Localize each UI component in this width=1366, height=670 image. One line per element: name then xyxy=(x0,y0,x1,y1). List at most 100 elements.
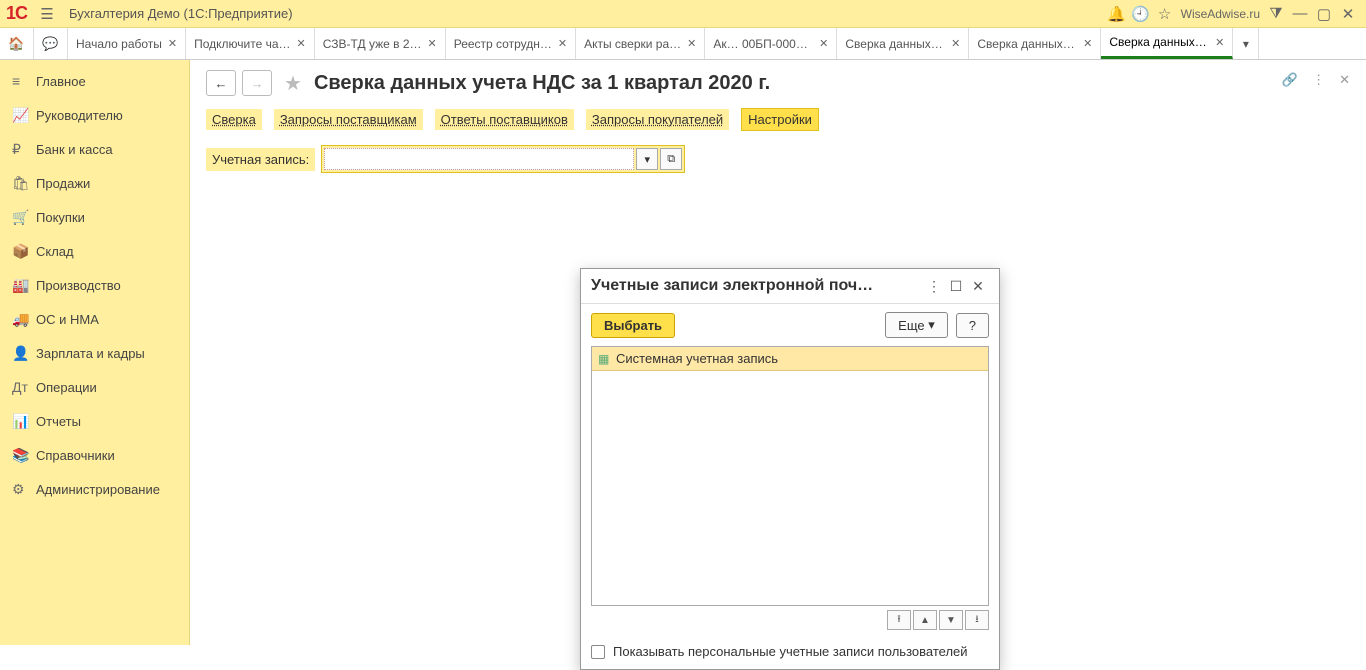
sidebar-item-label: Покупки xyxy=(36,210,85,225)
tab-close-icon[interactable]: ✕ xyxy=(558,37,567,50)
bell-icon[interactable]: 🔔 xyxy=(1105,5,1129,23)
more-button[interactable]: Еще ▾ xyxy=(885,312,948,338)
tab-close-icon[interactable]: ✕ xyxy=(819,37,828,50)
tab-close-icon[interactable]: ✕ xyxy=(1083,37,1092,50)
tab-1[interactable]: Подключите ча…✕ xyxy=(186,28,315,59)
sidebar-item-ops[interactable]: ДтОперации xyxy=(0,370,189,404)
sidebar-item-label: Отчеты xyxy=(36,414,81,429)
sidebar: ≡Главное 📈Руководителю ₽Банк и касса 🛍Пр… xyxy=(0,60,190,645)
subtab-zap-pok[interactable]: Запросы покупателей xyxy=(586,109,729,130)
box-icon: 📦 xyxy=(12,243,36,260)
list-nav-up[interactable]: ▲ xyxy=(913,610,937,630)
account-label: Учетная запись: xyxy=(206,148,315,171)
select-button[interactable]: Выбрать xyxy=(591,313,675,338)
content: ← → ★ Сверка данных учета НДС за 1 кварт… xyxy=(190,60,1366,645)
books-icon: 📚 xyxy=(12,447,36,464)
filter-icon[interactable]: ⧩ xyxy=(1264,5,1288,22)
tab-close-icon[interactable]: ✕ xyxy=(1215,36,1224,49)
list-nav-down[interactable]: ▼ xyxy=(939,610,963,630)
sidebar-item-reports[interactable]: 📊Отчеты xyxy=(0,404,189,438)
app-logo: 1C xyxy=(6,3,27,24)
tab-3[interactable]: Реестр сотрудн…✕ xyxy=(446,28,576,59)
factory-icon: 🏭 xyxy=(12,277,36,294)
main-menu-icon[interactable]: ☰ xyxy=(35,5,59,23)
menu-icon: ≡ xyxy=(12,73,36,89)
sidebar-item-label: Руководителю xyxy=(36,108,123,123)
tab-4[interactable]: Акты сверки ра…✕ xyxy=(576,28,705,59)
dialog-list[interactable]: ▦ Системная учетная запись xyxy=(591,346,989,606)
tab-6[interactable]: Сверка данных …✕ xyxy=(837,28,969,59)
tab-close-icon[interactable]: ✕ xyxy=(951,37,960,50)
list-nav-first[interactable]: ⭱ xyxy=(887,610,911,630)
sidebar-item-label: Банк и касса xyxy=(36,142,113,157)
dialog-title: Учетные записи электронной поч… xyxy=(591,277,923,295)
dialog-kebab-icon[interactable]: ⋮ xyxy=(923,278,945,295)
close-page-icon[interactable]: ✕ xyxy=(1339,72,1350,88)
sidebar-item-os[interactable]: 🚚ОС и НМА xyxy=(0,302,189,336)
dialog-close-icon[interactable]: ✕ xyxy=(967,278,989,295)
subtab-sverka[interactable]: Сверка xyxy=(206,109,262,130)
nav-forward-button[interactable]: → xyxy=(242,70,272,96)
tab-2[interactable]: СЗВ-ТД уже в 2…✕ xyxy=(315,28,446,59)
sidebar-item-ref[interactable]: 📚Справочники xyxy=(0,438,189,472)
nav-back-button[interactable]: ← xyxy=(206,70,236,96)
sidebar-item-label: Операции xyxy=(36,380,97,395)
tab-5[interactable]: Ак… 00БП-000001✕ xyxy=(705,28,837,59)
dt-icon: Дт xyxy=(12,379,36,395)
sidebar-item-bank[interactable]: ₽Банк и касса xyxy=(0,132,189,166)
person-icon: 👤 xyxy=(12,345,36,362)
mail-account-icon: ▦ xyxy=(598,352,616,366)
sidebar-item-label: Склад xyxy=(36,244,74,259)
subtabs: Сверка Запросы поставщикам Ответы постав… xyxy=(206,108,1350,131)
sidebar-item-stock[interactable]: 📦Склад xyxy=(0,234,189,268)
sidebar-item-label: Продажи xyxy=(36,176,90,191)
app-title: Бухгалтерия Демо (1С:Предприятие) xyxy=(69,6,293,21)
help-button[interactable]: ? xyxy=(956,313,989,338)
minimize-icon[interactable]: — xyxy=(1288,5,1312,22)
dialog-maximize-icon[interactable]: ☐ xyxy=(945,278,967,295)
tab-7[interactable]: Сверка данных …✕ xyxy=(969,28,1101,59)
history-icon[interactable]: 🕘 xyxy=(1129,5,1153,23)
sidebar-item-label: Зарплата и кадры xyxy=(36,346,145,361)
tab-0[interactable]: Начало работы✕ xyxy=(68,28,186,59)
bag-icon: 🛍 xyxy=(12,175,36,192)
list-item[interactable]: ▦ Системная учетная запись xyxy=(592,347,988,371)
sidebar-item-label: Справочники xyxy=(36,448,115,463)
sidebar-item-salary[interactable]: 👤Зарплата и кадры xyxy=(0,336,189,370)
subtab-settings[interactable]: Настройки xyxy=(741,108,819,131)
cart-icon: 🛒 xyxy=(12,209,36,226)
tab-close-icon[interactable]: ✕ xyxy=(687,37,696,50)
home-button[interactable]: 🏠 xyxy=(0,28,34,59)
sidebar-item-sales[interactable]: 🛍Продажи xyxy=(0,166,189,200)
tabs-dropdown[interactable]: ▾ xyxy=(1233,28,1259,59)
star-icon[interactable]: ☆ xyxy=(1153,5,1177,23)
list-nav-last[interactable]: ⭳ xyxy=(965,610,989,630)
tab-row: 🏠 💬 Начало работы✕ Подключите ча…✕ СЗВ-Т… xyxy=(0,28,1366,60)
subtab-zap-post[interactable]: Запросы поставщикам xyxy=(274,109,423,130)
subtab-otv-post[interactable]: Ответы поставщиков xyxy=(435,109,574,130)
show-personal-label: Показывать персональные учетные записи п… xyxy=(613,644,968,659)
sidebar-item-label: Администрирование xyxy=(36,482,160,497)
sidebar-item-admin[interactable]: ⚙Администрирование xyxy=(0,472,189,506)
tab-close-icon[interactable]: ✕ xyxy=(297,37,306,50)
tab-close-icon[interactable]: ✕ xyxy=(168,37,177,50)
favorite-star-icon[interactable]: ★ xyxy=(284,71,302,96)
account-open-button[interactable]: ⧉ xyxy=(660,148,682,170)
show-personal-checkbox[interactable] xyxy=(591,645,605,659)
sidebar-item-prod[interactable]: 🏭Производство xyxy=(0,268,189,302)
maximize-icon[interactable]: ▢ xyxy=(1312,5,1336,23)
email-accounts-dialog: Учетные записи электронной поч… ⋮ ☐ ✕ Вы… xyxy=(580,268,1000,670)
bars-icon: 📊 xyxy=(12,413,36,430)
sidebar-item-main[interactable]: ≡Главное xyxy=(0,64,189,98)
kebab-icon[interactable]: ⋮ xyxy=(1312,72,1325,88)
list-item-label: Системная учетная запись xyxy=(616,351,778,366)
discuss-button[interactable]: 💬 xyxy=(34,28,68,59)
account-input[interactable] xyxy=(324,148,634,170)
close-icon[interactable]: ✕ xyxy=(1336,5,1360,23)
sidebar-item-manager[interactable]: 📈Руководителю xyxy=(0,98,189,132)
tab-8[interactable]: Сверка данных …✕ xyxy=(1101,28,1233,59)
tab-close-icon[interactable]: ✕ xyxy=(428,37,437,50)
sidebar-item-purchase[interactable]: 🛒Покупки xyxy=(0,200,189,234)
account-dropdown-button[interactable]: ▾ xyxy=(636,148,658,170)
link-icon[interactable]: 🔗 xyxy=(1282,72,1298,88)
